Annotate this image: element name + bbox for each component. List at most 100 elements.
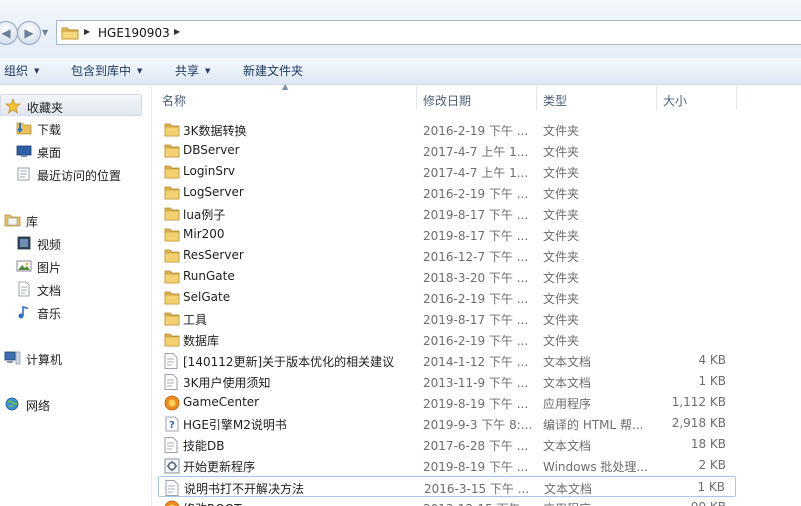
file-name: HGE引擎M2说明书 bbox=[183, 418, 287, 432]
file-type: 文本文档 bbox=[543, 355, 592, 369]
file-date: 2014-1-12 下午 ... bbox=[423, 355, 529, 369]
sidebar-item-network[interactable]: 网络 bbox=[0, 393, 142, 415]
organize-label: 组织 bbox=[4, 64, 29, 78]
forward-button[interactable]: ▶ bbox=[17, 21, 41, 45]
sidebar-label: 下载 bbox=[37, 123, 62, 137]
file-date: 2016-2-19 下午 ... bbox=[423, 334, 529, 348]
file-row[interactable]: RunGate 2018-3-20 下午 ... 文件夹 bbox=[158, 266, 736, 287]
sidebar-item-libraries[interactable]: 库 bbox=[0, 209, 142, 231]
file-row[interactable]: 3K数据转换 2016-2-19 下午 ... 文件夹 bbox=[158, 119, 736, 140]
file-type: 文本文档 bbox=[543, 376, 592, 390]
file-row[interactable]: DBServer 2017-4-7 上午 1... 文件夹 bbox=[158, 140, 736, 161]
chevron-down-icon: ▼ bbox=[205, 67, 211, 75]
back-arrow-icon: ◀ bbox=[1, 26, 11, 40]
folder-icon bbox=[164, 206, 180, 224]
file-type: 文本文档 bbox=[543, 439, 592, 453]
file-name: 开始更新程序 bbox=[183, 460, 256, 474]
breadcrumb-current[interactable]: HGE190903 bbox=[98, 26, 170, 40]
column-header-size[interactable]: 大小 bbox=[663, 92, 687, 109]
file-size: 2 KB bbox=[698, 458, 726, 472]
file-row[interactable]: [140112更新]关于版本优化的相关建议 2014-1-12 下午 ... 文本文… bbox=[158, 350, 736, 371]
navigation-pane: 收藏夹 下载 桌面 最近访问的位置 库 视频 图片 文档 音乐 计算机 网络 bbox=[0, 86, 152, 506]
sidebar-label: 文档 bbox=[37, 284, 62, 298]
sidebar-item-videos[interactable]: 视频 bbox=[0, 232, 142, 254]
column-divider[interactable] bbox=[536, 86, 537, 110]
file-date: 2019-8-19 下午 ... bbox=[423, 397, 529, 411]
breadcrumb-separator-icon[interactable]: ▶ bbox=[174, 27, 180, 36]
sidebar-label: 桌面 bbox=[37, 146, 62, 160]
file-type: 文件夹 bbox=[543, 292, 580, 306]
file-row[interactable]: SelGate 2016-2-19 下午 ... 文件夹 bbox=[158, 287, 736, 308]
sidebar-label: 视频 bbox=[37, 238, 62, 252]
sidebar-item-pictures[interactable]: 图片 bbox=[0, 255, 142, 277]
column-header-name[interactable]: 名称 bbox=[162, 92, 186, 109]
file-row[interactable]: LogServer 2016-2-19 下午 ... 文件夹 bbox=[158, 182, 736, 203]
file-row[interactable]: Mir200 2019-8-17 下午 ... 文件夹 bbox=[158, 224, 736, 245]
column-divider[interactable] bbox=[656, 86, 657, 110]
column-header-row: ▲ 名称 修改日期 类型 大小 bbox=[153, 82, 801, 111]
file-name: SelGate bbox=[183, 290, 231, 304]
file-row[interactable]: 说明书打不开解决方法 2016-3-15 下午 ... 文本文档 1 KB bbox=[158, 476, 736, 497]
file-date: 2019-8-17 下午 ... bbox=[423, 229, 529, 243]
sidebar-label: 图片 bbox=[37, 261, 62, 275]
file-row[interactable]: ResServer 2016-12-7 下午 ... 文件夹 bbox=[158, 245, 736, 266]
back-button[interactable]: ◀ bbox=[0, 21, 18, 45]
file-date: 2018-3-20 下午 ... bbox=[423, 271, 529, 285]
file-name: 说明书打不开解决方法 bbox=[184, 482, 305, 496]
file-row[interactable]: 开始更新程序 2019-8-19 下午 ... Windows 批处理... 2 KB bbox=[158, 455, 736, 476]
file-type: 文件夹 bbox=[543, 250, 580, 264]
help-file-icon: ? bbox=[164, 416, 180, 435]
desktop-icon bbox=[16, 145, 32, 157]
sidebar-item-downloads[interactable]: 下载 bbox=[0, 117, 142, 139]
file-row[interactable]: 修改ROOT 2013-12-15 下午 ... 应用程序 90 KB bbox=[158, 497, 736, 506]
file-name: DBServer bbox=[183, 143, 240, 157]
file-row[interactable]: GameCenter 2019-8-19 下午 ... 应用程序 1,112 KB bbox=[158, 392, 736, 413]
include-in-library-label: 包含到库中 bbox=[71, 64, 132, 78]
breadcrumb-separator-icon[interactable]: ▶ bbox=[84, 27, 90, 36]
file-date: 2013-11-9 下午 ... bbox=[423, 376, 529, 390]
file-row[interactable]: ? HGE引擎M2说明书 2019-9-3 下午 8:... 编译的 HTML 帮..… bbox=[158, 413, 736, 434]
file-name: lua例子 bbox=[183, 208, 226, 222]
file-date: 2017-4-7 上午 1... bbox=[423, 145, 529, 159]
file-name: LoginSrv bbox=[183, 164, 236, 178]
downloads-folder-icon bbox=[16, 122, 32, 135]
file-size: 90 KB bbox=[691, 500, 726, 506]
chevron-down-icon: ▼ bbox=[34, 67, 40, 75]
file-type: 文件夹 bbox=[543, 124, 580, 138]
file-size: 1 KB bbox=[698, 374, 726, 388]
file-type: 文件夹 bbox=[543, 187, 580, 201]
star-icon bbox=[5, 98, 21, 114]
column-divider[interactable] bbox=[736, 86, 737, 110]
video-library-icon bbox=[17, 236, 31, 250]
sidebar-item-computer[interactable]: 计算机 bbox=[0, 347, 142, 369]
file-row[interactable]: LoginSrv 2017-4-7 上午 1... 文件夹 bbox=[158, 161, 736, 182]
file-row[interactable]: 数据库 2016-2-19 下午 ... 文件夹 bbox=[158, 329, 736, 350]
address-input[interactable]: ▶ HGE190903 ▶ bbox=[56, 20, 801, 45]
sidebar-label: 最近访问的位置 bbox=[37, 169, 122, 183]
sidebar-item-favorites[interactable]: 收藏夹 bbox=[0, 94, 142, 116]
file-row[interactable]: lua例子 2019-8-17 下午 ... 文件夹 bbox=[158, 203, 736, 224]
column-header-date[interactable]: 修改日期 bbox=[423, 92, 471, 109]
organize-button[interactable]: 组织 ▼ bbox=[4, 62, 39, 79]
include-in-library-button[interactable]: 包含到库中 ▼ bbox=[71, 62, 142, 79]
sidebar-item-documents[interactable]: 文档 bbox=[0, 278, 142, 300]
sidebar-item-music[interactable]: 音乐 bbox=[0, 301, 142, 323]
sidebar-item-recent[interactable]: 最近访问的位置 bbox=[0, 163, 142, 185]
column-divider[interactable] bbox=[416, 86, 417, 110]
address-bar-area: ◀ ▶ ▼ ▶ HGE190903 ▶ bbox=[0, 0, 801, 58]
file-row[interactable]: 3K用户使用须知 2013-11-9 下午 ... 文本文档 1 KB bbox=[158, 371, 736, 392]
folder-icon bbox=[164, 311, 180, 329]
share-button[interactable]: 共享 ▼ bbox=[175, 62, 210, 79]
file-type: 应用程序 bbox=[543, 397, 592, 411]
forward-arrow-icon: ▶ bbox=[24, 26, 34, 40]
file-row[interactable]: 技能DB 2017-6-28 下午 ... 文本文档 18 KB bbox=[158, 434, 736, 455]
column-header-type[interactable]: 类型 bbox=[543, 92, 567, 109]
file-type: 文件夹 bbox=[543, 166, 580, 180]
sidebar-item-desktop[interactable]: 桌面 bbox=[0, 140, 142, 162]
new-folder-button[interactable]: 新建文件夹 bbox=[243, 62, 303, 79]
file-name: 工具 bbox=[183, 313, 208, 327]
sidebar-label: 音乐 bbox=[37, 307, 62, 321]
file-type: 文件夹 bbox=[543, 229, 580, 243]
file-row[interactable]: 工具 2019-8-17 下午 ... 文件夹 bbox=[158, 308, 736, 329]
recent-pages-dropdown-icon[interactable]: ▼ bbox=[42, 28, 48, 37]
